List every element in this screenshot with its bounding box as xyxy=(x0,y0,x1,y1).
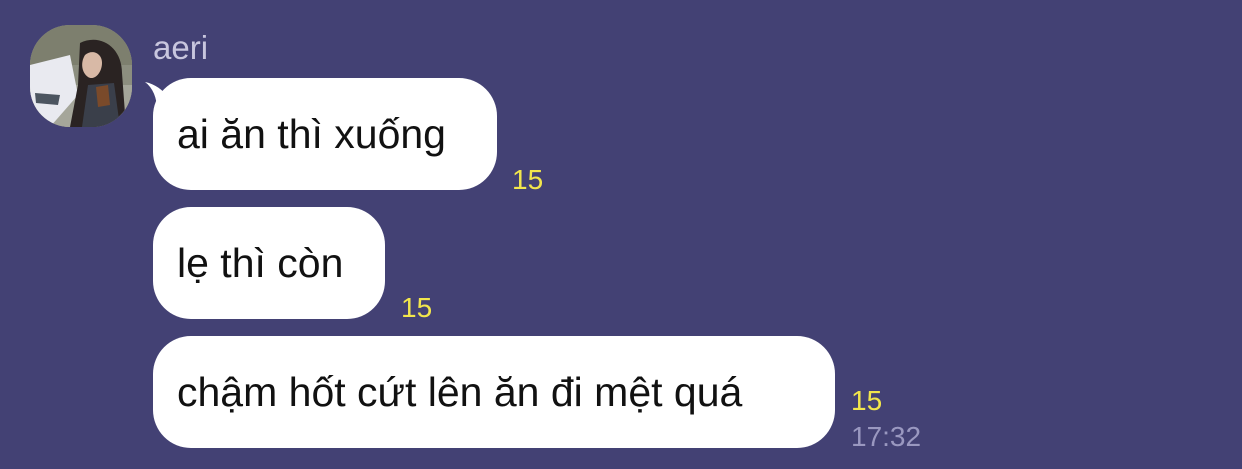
sender-name: aeri xyxy=(153,29,209,66)
message-bubble[interactable]: ai ăn thì xuống xyxy=(153,78,497,190)
message-text: ai ăn thì xuống xyxy=(177,111,446,157)
message-bubble[interactable]: lẹ thì còn xyxy=(153,207,385,319)
message-text: lẹ thì còn xyxy=(177,240,344,286)
avatar[interactable] xyxy=(30,25,132,127)
profile-photo-icon xyxy=(30,25,132,127)
message-time: 17:32 xyxy=(851,421,922,452)
message-text: chậm hốt cứt lên ăn đi mệt quá xyxy=(177,369,743,415)
message-bubble[interactable]: chậm hốt cứt lên ăn đi mệt quá xyxy=(153,336,835,448)
unread-count: 15 xyxy=(401,292,433,323)
unread-count: 15 xyxy=(851,385,883,416)
unread-count: 15 xyxy=(512,164,544,195)
